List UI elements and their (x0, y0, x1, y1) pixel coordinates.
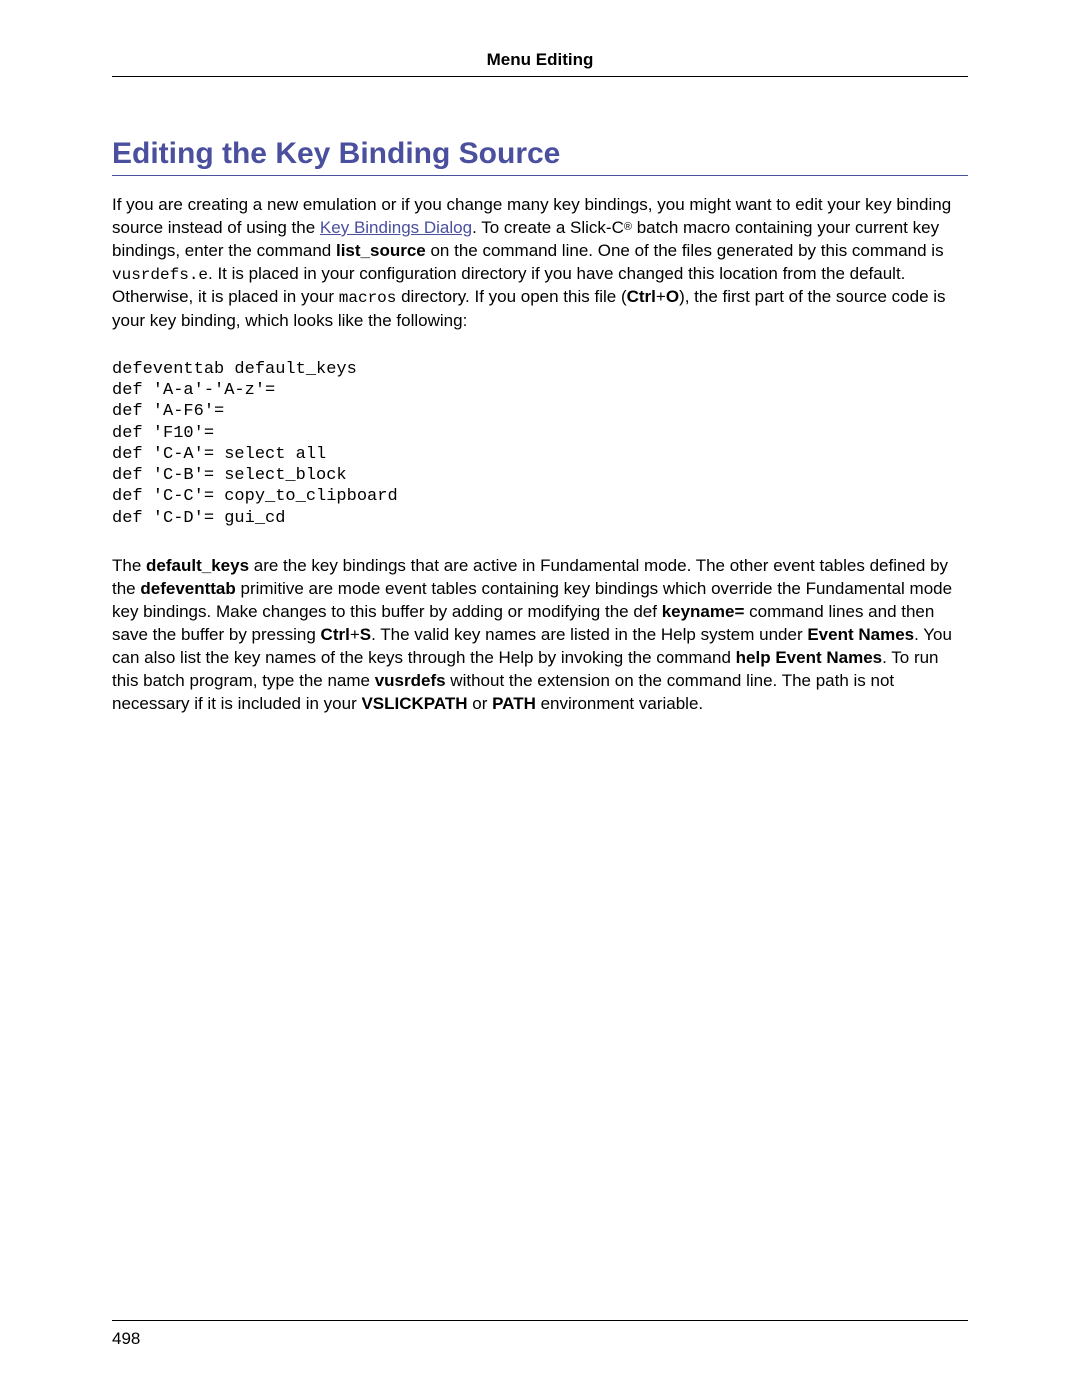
term-defeventtab: defeventtab (140, 579, 235, 598)
text: The (112, 556, 146, 575)
running-header: Menu Editing (112, 50, 968, 77)
key-ctrl: Ctrl (321, 625, 350, 644)
page-number: 498 (112, 1329, 140, 1348)
term-path: PATH (492, 694, 536, 713)
code-block: defeventtab default_keys def 'A-a'-'A-z'… (112, 359, 968, 529)
directory-name: macros (339, 289, 397, 307)
text: . The valid key names are listed in the … (371, 625, 807, 644)
key-o: O (666, 287, 679, 306)
key-ctrl: Ctrl (627, 287, 656, 306)
term-event-names: Event Names (807, 625, 914, 644)
text: . To create a Slick-C (472, 218, 624, 237)
term-default-keys: default_keys (146, 556, 249, 575)
text: on the command line. One of the files ge… (426, 241, 944, 260)
text: + (350, 625, 360, 644)
text: environment variable. (536, 694, 703, 713)
command-name: list_source (336, 241, 426, 260)
text: or (468, 694, 493, 713)
term-vslickpath: VSLICKPATH (361, 694, 467, 713)
page-footer: 498 (112, 1320, 968, 1349)
section-heading: Editing the Key Binding Source (112, 137, 968, 176)
term-keyname: keyname= (662, 602, 745, 621)
registered-mark: ® (624, 221, 632, 233)
key-s: S (360, 625, 371, 644)
paragraph-1: If you are creating a new emulation or i… (112, 194, 968, 333)
text: directory. If you open this file ( (396, 287, 626, 306)
filename: vusrdefs.e (112, 266, 208, 284)
command-help-event-names: help Event Names (736, 648, 882, 667)
term-vusrdefs: vusrdefs (375, 671, 446, 690)
paragraph-2: The default_keys are the key bindings th… (112, 555, 968, 716)
page: Menu Editing Editing the Key Binding Sou… (0, 0, 1080, 1397)
text: + (656, 287, 666, 306)
key-bindings-dialog-link[interactable]: Key Bindings Dialog (320, 218, 472, 237)
